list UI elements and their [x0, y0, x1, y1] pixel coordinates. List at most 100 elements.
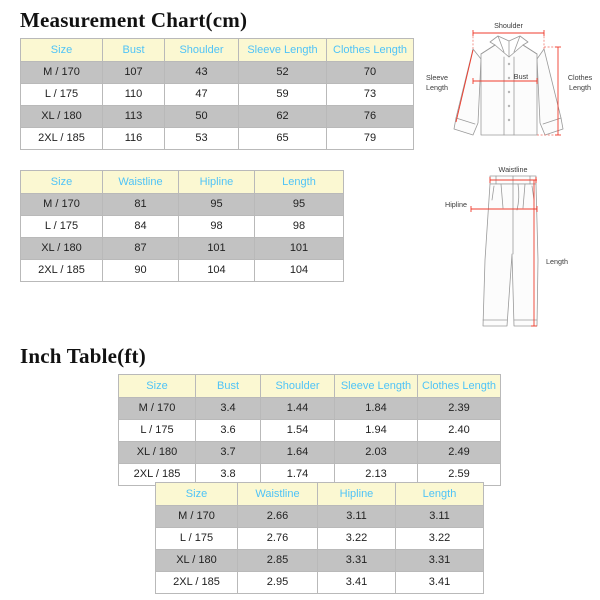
- pants-measurement-diagram: Waistline Hipline Length: [430, 150, 600, 345]
- cell-length: 98: [254, 215, 344, 238]
- column-header-size: Size: [155, 482, 238, 506]
- page-title-inch-table: Inch Table(ft): [20, 344, 146, 368]
- table-row: 2XL / 185 2.95 3.41 3.41: [155, 571, 484, 594]
- cell-shoulder: 1.54: [260, 419, 335, 442]
- table-header-row: Size Bust Shoulder Sleeve Length Clothes…: [20, 38, 414, 62]
- table-header-row: Size Bust Shoulder Sleeve Length Clothes…: [118, 374, 501, 398]
- diagram-label-bust: Bust: [514, 72, 528, 81]
- cell-size: M / 170: [118, 397, 196, 420]
- cell-size: M / 170: [155, 505, 238, 528]
- table-row: 2XL / 185 116 53 65 79: [20, 127, 414, 150]
- cell-size: M / 170: [20, 61, 103, 84]
- cell-shoulder: 43: [164, 61, 239, 84]
- column-header-clothes-length: Clothes Length: [417, 374, 501, 398]
- table-row: 2XL / 185 90 104 104: [20, 259, 344, 282]
- cell-hipline: 3.22: [317, 527, 396, 550]
- cell-size: L / 175: [20, 83, 103, 106]
- column-header-hipline: Hipline: [317, 482, 396, 506]
- cell-waistline: 87: [102, 237, 179, 260]
- cell-hipline: 101: [178, 237, 255, 260]
- column-header-size: Size: [118, 374, 196, 398]
- table-row: XL / 180 2.85 3.31 3.31: [155, 549, 484, 572]
- cell-bust: 110: [102, 83, 165, 106]
- cell-bust: 3.6: [195, 419, 261, 442]
- diagram-label-waistline: Waistline: [499, 165, 528, 174]
- cell-size: XL / 180: [118, 441, 196, 464]
- cell-sleeve-length: 62: [238, 105, 327, 128]
- cell-length: 101: [254, 237, 344, 260]
- cell-clothes-length: 2.39: [417, 397, 501, 420]
- cell-bust: 113: [102, 105, 165, 128]
- cell-length: 3.41: [395, 571, 484, 594]
- column-header-size: Size: [20, 38, 103, 62]
- cell-size: XL / 180: [155, 549, 238, 572]
- table-measurement-cm-top: Size Bust Shoulder Sleeve Length Clothes…: [20, 38, 414, 150]
- column-header-size: Size: [20, 170, 103, 194]
- table-header-row: Size Waistline Hipline Length: [155, 482, 484, 506]
- column-header-sleeve-length: Sleeve Length: [334, 374, 418, 398]
- column-header-length: Length: [254, 170, 344, 194]
- cell-shoulder: 1.44: [260, 397, 335, 420]
- table-header-row: Size Waistline Hipline Length: [20, 170, 344, 194]
- table-row: M / 170 107 43 52 70: [20, 61, 414, 84]
- cell-waistline: 84: [102, 215, 179, 238]
- cell-waistline: 2.95: [237, 571, 318, 594]
- cell-size: XL / 180: [20, 237, 103, 260]
- column-header-hipline: Hipline: [178, 170, 255, 194]
- cell-hipline: 98: [178, 215, 255, 238]
- diagram-label-sleeve-length-line2: Length: [426, 83, 448, 92]
- cell-size: L / 175: [118, 419, 196, 442]
- cell-hipline: 3.11: [317, 505, 396, 528]
- column-header-waistline: Waistline: [237, 482, 318, 506]
- cell-waistline: 2.85: [237, 549, 318, 572]
- cell-size: 2XL / 185: [20, 259, 103, 282]
- cell-size: M / 170: [20, 193, 103, 216]
- table-row: XL / 180 113 50 62 76: [20, 105, 414, 128]
- column-header-length: Length: [395, 482, 484, 506]
- cell-waistline: 2.76: [237, 527, 318, 550]
- cell-sleeve-length: 65: [238, 127, 327, 150]
- cell-sleeve-length: 1.84: [334, 397, 418, 420]
- measurement-chart-page: Measurement Chart(cm) Size Bust Shoulder…: [0, 0, 600, 600]
- cell-clothes-length: 2.40: [417, 419, 501, 442]
- cell-length: 3.22: [395, 527, 484, 550]
- cell-waistline: 90: [102, 259, 179, 282]
- cell-sleeve-length: 52: [238, 61, 327, 84]
- cell-shoulder: 53: [164, 127, 239, 150]
- table-row: L / 175 2.76 3.22 3.22: [155, 527, 484, 550]
- cell-shoulder: 1.64: [260, 441, 335, 464]
- shirt-measurement-diagram: Shoulder Bust Sleeve Length Clothes Leng…: [418, 2, 600, 150]
- cell-clothes-length: 73: [326, 83, 414, 106]
- cell-length: 95: [254, 193, 344, 216]
- cell-size: 2XL / 185: [20, 127, 103, 150]
- cell-bust: 3.7: [195, 441, 261, 464]
- page-title-measurement-chart: Measurement Chart(cm): [20, 8, 248, 32]
- cell-length: 3.31: [395, 549, 484, 572]
- table-row: M / 170 81 95 95: [20, 193, 344, 216]
- cell-clothes-length: 70: [326, 61, 414, 84]
- cell-shoulder: 47: [164, 83, 239, 106]
- diagram-label-length: Length: [546, 257, 568, 266]
- cell-length: 104: [254, 259, 344, 282]
- cell-clothes-length: 79: [326, 127, 414, 150]
- cell-sleeve-length: 59: [238, 83, 327, 106]
- cell-size: XL / 180: [20, 105, 103, 128]
- column-header-shoulder: Shoulder: [164, 38, 239, 62]
- column-header-sleeve-length: Sleeve Length: [238, 38, 327, 62]
- cell-clothes-length: 2.49: [417, 441, 501, 464]
- table-measurement-cm-bottom: Size Waistline Hipline Length M / 170 81…: [20, 170, 344, 282]
- cell-waistline: 2.66: [237, 505, 318, 528]
- diagram-label-sleeve-length-line1: Sleeve: [426, 73, 448, 82]
- cell-hipline: 3.31: [317, 549, 396, 572]
- cell-hipline: 95: [178, 193, 255, 216]
- column-header-bust: Bust: [195, 374, 261, 398]
- table-row: M / 170 3.4 1.44 1.84 2.39: [118, 397, 501, 420]
- table-row: L / 175 110 47 59 73: [20, 83, 414, 106]
- column-header-clothes-length: Clothes Length: [326, 38, 414, 62]
- column-header-shoulder: Shoulder: [260, 374, 335, 398]
- cell-size: L / 175: [20, 215, 103, 238]
- table-inch-bottom: Size Waistline Hipline Length M / 170 2.…: [155, 482, 484, 594]
- table-inch-top: Size Bust Shoulder Sleeve Length Clothes…: [118, 374, 501, 486]
- table-row: XL / 180 87 101 101: [20, 237, 344, 260]
- cell-shoulder: 50: [164, 105, 239, 128]
